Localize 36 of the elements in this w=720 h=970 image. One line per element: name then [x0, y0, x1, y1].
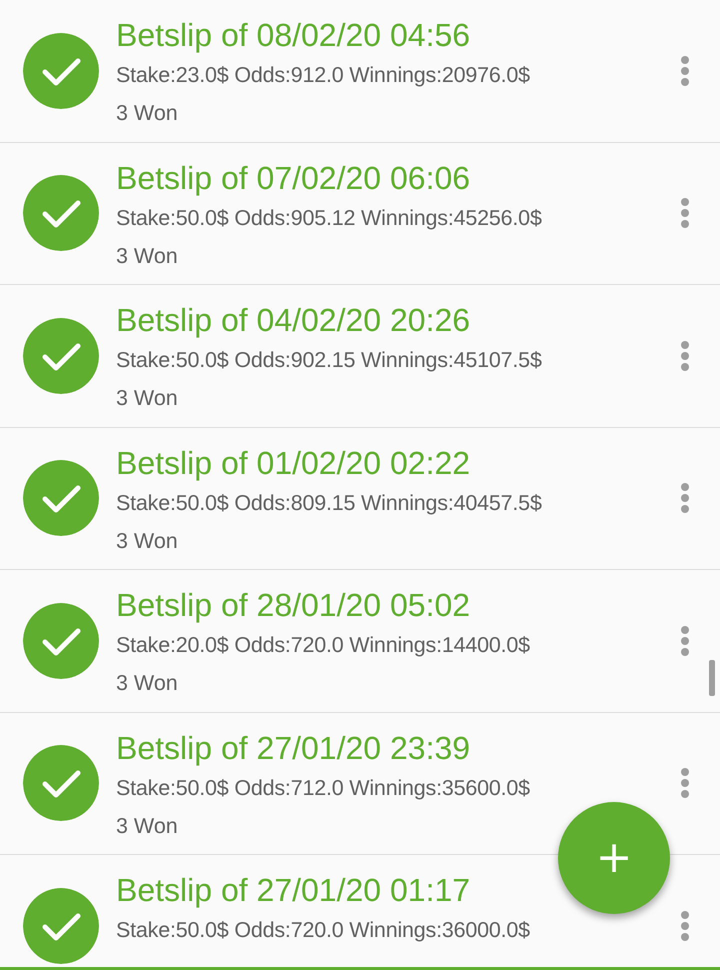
betslip-title: Betslip of 28/01/20 05:02: [116, 586, 472, 625]
more-icon[interactable]: [680, 767, 690, 800]
betslip-details: Stake:23.0$ Odds:912.0 Winnings:20976.0$: [116, 62, 531, 89]
betslip-result: 3 Won: [116, 100, 179, 127]
betslip-result: 3 Won: [116, 670, 179, 697]
checkmark-icon: [23, 318, 99, 394]
more-icon[interactable]: [680, 624, 690, 657]
add-button[interactable]: +: [558, 802, 670, 914]
betslip-details: Stake:50.0$ Odds:720.0 Winnings:36000.0$: [116, 917, 531, 944]
betslip-title: Betslip of 27/01/20 23:39: [116, 728, 472, 768]
checkmark-icon: [23, 745, 99, 822]
checkmark-icon: [23, 888, 99, 964]
more-icon[interactable]: [680, 910, 690, 942]
betslip-details: Stake:50.0$ Odds:712.0 Winnings:35600.0$: [116, 774, 531, 802]
scrollbar: [709, 660, 715, 696]
betslip-result: 3 Won: [116, 385, 179, 412]
betslip-result: 3 Won: [116, 812, 179, 840]
betslip-details: Stake:50.0$ Odds:905.12 Winnings:45256.0$: [116, 204, 543, 232]
more-icon[interactable]: [680, 197, 690, 230]
checkmark-icon: [23, 460, 99, 536]
betslip-details: Stake:20.0$ Odds:720.0 Winnings:14400.0$: [116, 632, 531, 659]
betslip-result: 3 Won: [116, 242, 179, 270]
betslip-title: Betslip of 04/02/20 20:26: [116, 301, 472, 340]
betslip-title: Betslip of 01/02/20 02:22: [116, 444, 472, 482]
betslip-title: Betslip of 27/01/20 01:17: [116, 871, 472, 910]
more-icon[interactable]: [680, 54, 690, 87]
betslip-title: Betslip of 07/02/20 06:06: [116, 158, 472, 198]
betslip-title: Betslip of 08/02/20 04:56: [116, 16, 472, 55]
betslip-details: Stake:50.0$ Odds:809.15 Winnings:40457.5$: [116, 490, 543, 516]
checkmark-icon: [23, 32, 99, 109]
more-icon[interactable]: [680, 340, 690, 372]
betslip-result: 3 Won: [116, 528, 179, 554]
checkmark-icon: [23, 175, 99, 252]
betslip-details: Stake:50.0$ Odds:902.15 Winnings:45107.5$: [116, 347, 543, 374]
checkmark-icon: [23, 602, 99, 679]
more-icon[interactable]: [680, 482, 690, 514]
